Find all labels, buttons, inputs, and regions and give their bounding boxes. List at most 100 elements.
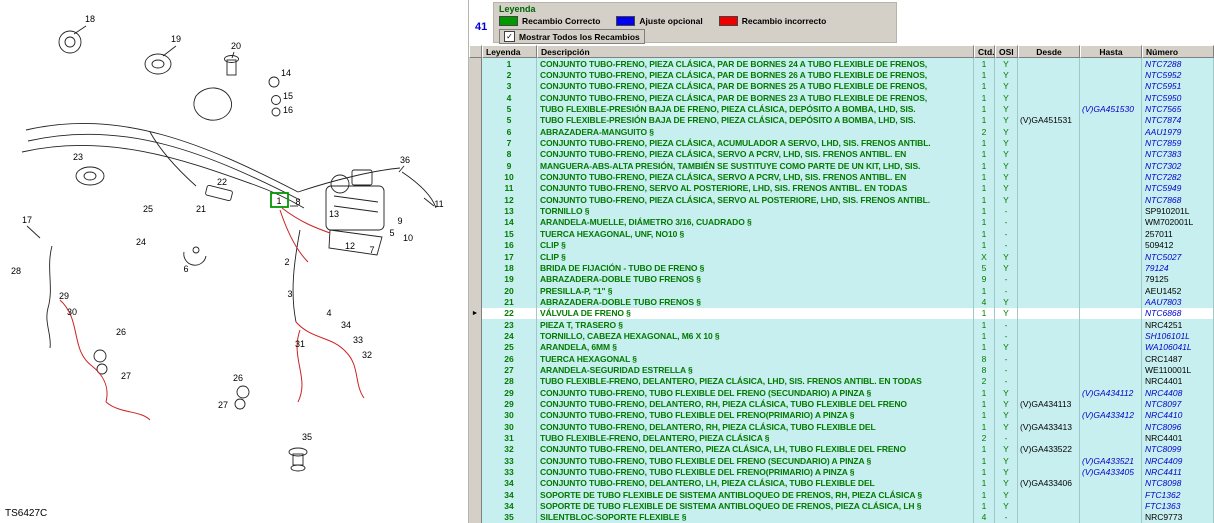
row-selector[interactable] — [469, 205, 482, 216]
row-part-number[interactable]: FTC1362 — [1142, 489, 1214, 500]
row-selector[interactable] — [469, 183, 482, 194]
diagram-callout[interactable]: 19 — [171, 34, 181, 44]
row-part-number[interactable]: SP910201L — [1142, 205, 1214, 216]
table-row[interactable]: 25ARANDELA, 6MM §1YWA106041L — [469, 342, 1214, 353]
row-part-number[interactable]: NTC7302 — [1142, 160, 1214, 171]
table-row[interactable]: 5TUBO FLEXIBLE-PRESIÓN BAJA DE FRENO, PI… — [469, 115, 1214, 126]
table-row[interactable]: 27ARANDELA-SEGURIDAD ESTRELLA §8-WE11000… — [469, 364, 1214, 375]
row-selector[interactable] — [469, 478, 482, 489]
row-selector[interactable] — [469, 217, 482, 228]
header-desde[interactable]: Desde — [1018, 45, 1080, 58]
table-row[interactable]: 26TUERCA HEXAGONAL §8-CRC1487 — [469, 353, 1214, 364]
row-part-number[interactable]: NTC5027 — [1142, 251, 1214, 262]
row-part-number[interactable]: NTC7288 — [1142, 58, 1214, 69]
table-row[interactable]: 33CONJUNTO TUBO-FRENO, TUBO FLEXIBLE DEL… — [469, 466, 1214, 477]
table-row[interactable]: 31TUBO FLEXIBLE-FRENO, DELANTERO, PIEZA … — [469, 432, 1214, 443]
diagram-callout[interactable]: 5 — [389, 228, 394, 238]
row-part-number[interactable]: NTC8098 — [1142, 478, 1214, 489]
row-selector[interactable] — [469, 500, 482, 511]
diagram-callout[interactable]: 23 — [73, 152, 83, 162]
table-row[interactable]: 4CONJUNTO TUBO-FRENO, PIEZA CLÁSICA, PAR… — [469, 92, 1214, 103]
row-part-number[interactable]: NTC7868 — [1142, 194, 1214, 205]
parts-diagram[interactable]: 1819201415162336228111172521246282930262… — [0, 0, 468, 523]
diagram-callout[interactable]: 30 — [67, 307, 77, 317]
table-row[interactable]: 20PRESILLA-P, "1" §1-AEU1452 — [469, 285, 1214, 296]
table-row[interactable]: 29CONJUNTO TUBO-FRENO, TUBO FLEXIBLE DEL… — [469, 387, 1214, 398]
diagram-callout[interactable]: 12 — [345, 241, 355, 251]
diagram-callout[interactable]: 15 — [283, 91, 293, 101]
table-row[interactable]: 1CONJUNTO TUBO-FRENO, PIEZA CLÁSICA, PAR… — [469, 58, 1214, 69]
row-part-number[interactable]: AAU7803 — [1142, 296, 1214, 307]
row-part-number[interactable]: NRC4408 — [1142, 387, 1214, 398]
table-row[interactable]: 23PIEZA T, TRASERO §1-NRC4251 — [469, 319, 1214, 330]
row-selector[interactable] — [469, 342, 482, 353]
table-row[interactable]: 13TORNILLO §1-SP910201L — [469, 205, 1214, 216]
row-part-number[interactable]: NTC5950 — [1142, 92, 1214, 103]
table-row[interactable]: 21ABRAZADERA-DOBLE TUBO FRENOS §4YAAU780… — [469, 296, 1214, 307]
diagram-callout[interactable]: 22 — [217, 177, 227, 187]
diagram-callout[interactable]: 14 — [281, 68, 291, 78]
show-all-checkbox[interactable]: ✓ — [504, 31, 515, 42]
row-part-number[interactable]: NTC7859 — [1142, 137, 1214, 148]
header-leyenda[interactable]: Leyenda — [482, 45, 537, 58]
diagram-callout[interactable]: 11 — [434, 199, 443, 209]
table-row[interactable]: 10CONJUNTO TUBO-FRENO, PIEZA CLÁSICA, SE… — [469, 171, 1214, 182]
row-part-number[interactable]: FTC1363 — [1142, 500, 1214, 511]
table-row[interactable]: 2CONJUNTO TUBO-FRENO, PIEZA CLÁSICA, PAR… — [469, 69, 1214, 80]
table-row[interactable]: 34CONJUNTO TUBO-FRENO, DELANTERO, LH, PI… — [469, 478, 1214, 489]
diagram-callout[interactable]: 13 — [329, 209, 339, 219]
row-part-number[interactable]: NTC7383 — [1142, 149, 1214, 160]
diagram-callout[interactable]: 25 — [143, 204, 153, 214]
row-selector[interactable] — [469, 489, 482, 500]
row-part-number[interactable]: 79125 — [1142, 274, 1214, 285]
row-part-number[interactable]: NRC4401 — [1142, 432, 1214, 443]
row-selector[interactable] — [469, 296, 482, 307]
row-selector[interactable] — [469, 319, 482, 330]
row-selector[interactable] — [469, 466, 482, 477]
row-selector[interactable] — [469, 115, 482, 126]
row-selector[interactable] — [469, 285, 482, 296]
row-selector[interactable] — [469, 240, 482, 251]
diagram-callout[interactable]: 3 — [287, 289, 292, 299]
row-selector[interactable] — [469, 194, 482, 205]
row-part-number[interactable]: NTC5951 — [1142, 81, 1214, 92]
row-part-number[interactable]: NRC4409 — [1142, 455, 1214, 466]
row-part-number[interactable]: NRC4411 — [1142, 466, 1214, 477]
row-part-number[interactable]: CRC1487 — [1142, 353, 1214, 364]
row-part-number[interactable]: 257011 — [1142, 228, 1214, 239]
row-part-number[interactable]: NTC7282 — [1142, 171, 1214, 182]
table-row[interactable]: ►22VÁLVULA DE FRENO §1YNTC6868 — [469, 308, 1214, 319]
table-row[interactable]: 14ARANDELA-MUELLE, DIÁMETRO 3/16, CUADRA… — [469, 217, 1214, 228]
header-ctd[interactable]: Ctd. — [974, 45, 995, 58]
row-part-number[interactable]: 509412 — [1142, 240, 1214, 251]
diagram-callout[interactable]: 7 — [369, 245, 374, 255]
row-selector[interactable] — [469, 398, 482, 409]
row-part-number[interactable]: NRC4410 — [1142, 410, 1214, 421]
table-row[interactable]: 35SILENTBLOC-SOPORTE FLEXIBLE §4-NRC9773 — [469, 512, 1214, 523]
table-row[interactable]: 29CONJUNTO TUBO-FRENO, DELANTERO, RH, PI… — [469, 398, 1214, 409]
table-row[interactable]: 19ABRAZADERA-DOBLE TUBO FRENOS §9-79125 — [469, 274, 1214, 285]
diagram-callout[interactable]: 35 — [302, 432, 312, 442]
diagram-callout[interactable]: 10 — [403, 233, 413, 243]
table-row[interactable]: 15TUERCA HEXAGONAL, UNF, NO10 §1-257011 — [469, 228, 1214, 239]
row-selector[interactable] — [469, 421, 482, 432]
row-part-number[interactable]: NRC4401 — [1142, 376, 1214, 387]
row-part-number[interactable]: NTC5952 — [1142, 69, 1214, 80]
row-selector[interactable] — [469, 512, 482, 523]
row-selector[interactable] — [469, 126, 482, 137]
header-descripcion[interactable]: Descripción — [537, 45, 974, 58]
table-row[interactable]: 24TORNILLO, CABEZA HEXAGONAL, M6 X 10 §1… — [469, 330, 1214, 341]
diagram-callout[interactable]: 32 — [362, 350, 372, 360]
row-selector-arrow-icon[interactable]: ► — [469, 308, 482, 319]
diagram-callout[interactable]: 27 — [121, 371, 131, 381]
diagram-callout[interactable]: 34 — [341, 320, 351, 330]
row-selector[interactable] — [469, 69, 482, 80]
row-part-number[interactable]: NTC8096 — [1142, 421, 1214, 432]
table-row[interactable]: 30CONJUNTO TUBO-FRENO, TUBO FLEXIBLE DEL… — [469, 410, 1214, 421]
diagram-callout[interactable]: 33 — [353, 335, 363, 345]
table-row[interactable]: 28TUBO FLEXIBLE-FRENO, DELANTERO, PIEZA … — [469, 376, 1214, 387]
table-row[interactable]: 17CLIP §XYNTC5027 — [469, 251, 1214, 262]
row-selector[interactable] — [469, 455, 482, 466]
row-selector[interactable] — [469, 228, 482, 239]
row-part-number[interactable]: WM702001L — [1142, 217, 1214, 228]
